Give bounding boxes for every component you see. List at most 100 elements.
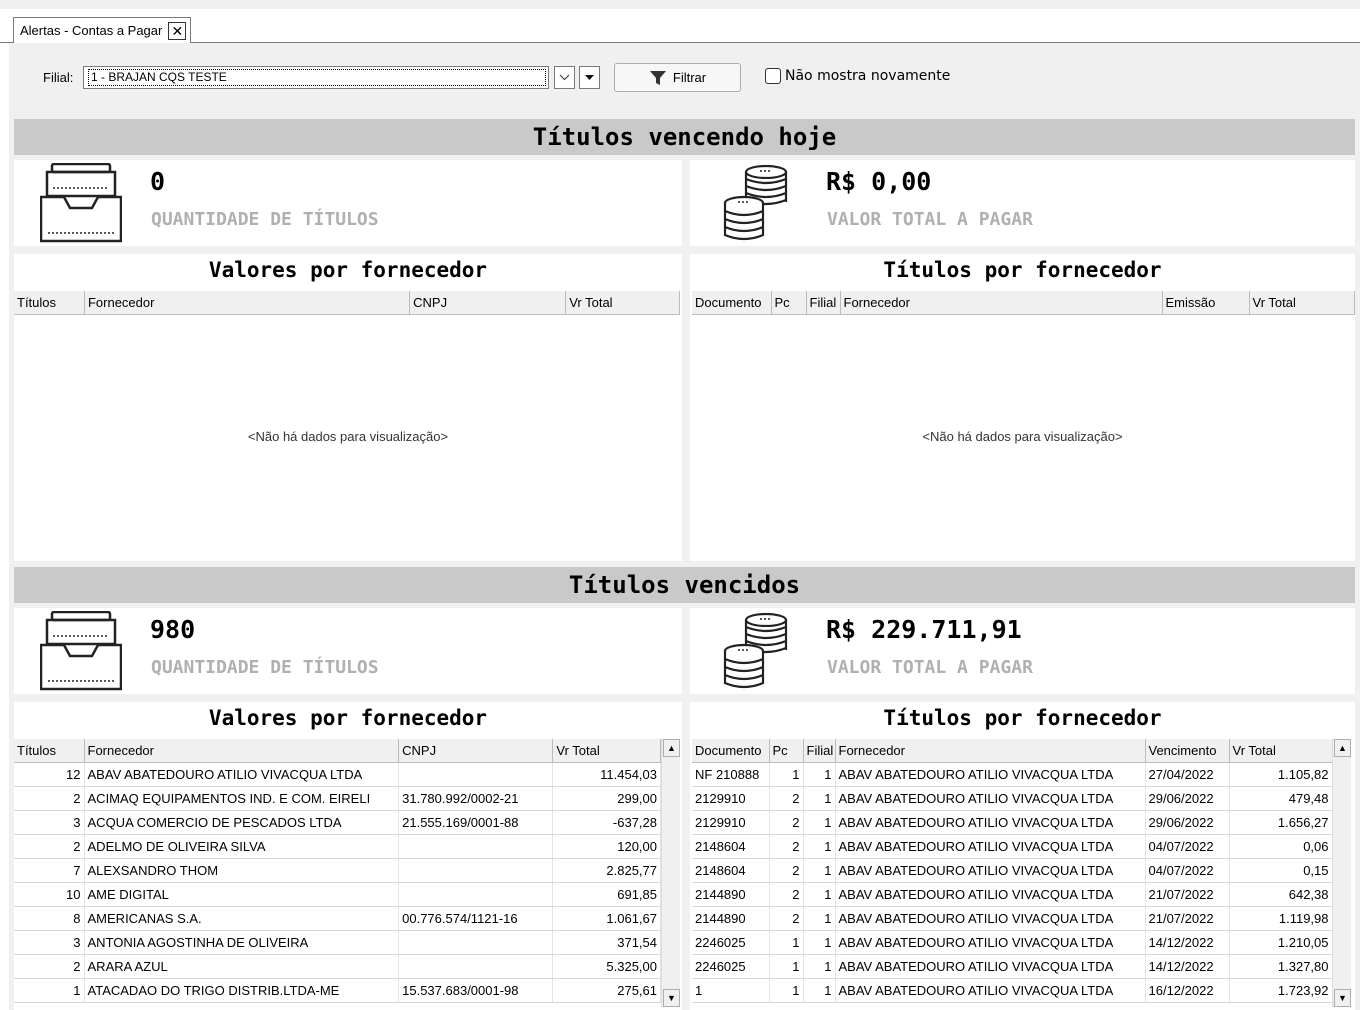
- table-cell: 0,15: [1229, 858, 1333, 883]
- checkbox-box[interactable]: [765, 68, 781, 84]
- table-row[interactable]: 2129910 2 1 ABAV ABATEDOURO ATILIO VIVACQUA…: [692, 786, 1333, 811]
- filial-lookup-button[interactable]: [579, 66, 600, 89]
- table-row[interactable]: 2 ADELMO DE OLIVEIRA SILVA 120,00: [14, 834, 661, 859]
- table-cell: 2144890: [692, 906, 770, 931]
- tab-close-button[interactable]: ✕: [168, 21, 187, 40]
- overdue-titles-table[interactable]: Documento Pc Filial Fornecedor Venciment…: [692, 739, 1333, 1003]
- table-cell: [398, 858, 554, 883]
- col-header-pc[interactable]: Pc: [769, 739, 804, 763]
- tray-icon: [40, 611, 122, 691]
- scroll-up-icon[interactable]: ▲: [663, 739, 680, 757]
- overdue-count-label: QUANTIDADE DE TÍTULOS: [151, 657, 379, 678]
- table-cell: 2: [14, 786, 85, 811]
- table-cell: 1: [769, 762, 804, 787]
- today-values-table[interactable]: Títulos Fornecedor CNPJ Vr Total: [14, 291, 680, 315]
- table-row[interactable]: 2129910 2 1 ABAV ABATEDOURO ATILIO VIVACQUA…: [692, 810, 1333, 835]
- col-header-fornecedor[interactable]: Fornecedor: [835, 739, 1146, 763]
- tray-icon: [40, 163, 122, 243]
- table-cell: 2: [14, 954, 85, 979]
- col-header-vr-total[interactable]: Vr Total: [1229, 739, 1333, 763]
- caret-down-icon: [585, 75, 594, 80]
- table-row[interactable]: 3 ANTONIA AGOSTINHA DE OLIVEIRA 371,54: [14, 930, 661, 955]
- table-cell: 1: [803, 858, 836, 883]
- table-row[interactable]: 3 ACQUA COMERCIO DE PESCADOS LTDA 21.555.1…: [14, 810, 661, 835]
- dont-show-again-checkbox[interactable]: Não mostra novamente: [765, 68, 950, 84]
- table-row[interactable]: 2148604 2 1 ABAV ABATEDOURO ATILIO VIVACQUA…: [692, 858, 1333, 883]
- table-cell: 1: [803, 762, 836, 787]
- table-cell: 2: [769, 906, 804, 931]
- filial-dropdown-button[interactable]: [554, 66, 575, 89]
- table-row[interactable]: 1 ATACADAO DO TRIGO DISTRIB.LTDA-ME 15.537…: [14, 978, 661, 1003]
- table-cell: 1: [803, 954, 836, 979]
- overdue-values-table[interactable]: Títulos Fornecedor CNPJ Vr Total 12 ABAV …: [14, 739, 661, 1003]
- tab-alertas-contas-a-pagar[interactable]: Alertas - Contas a Pagar ✕: [13, 17, 192, 44]
- filial-select[interactable]: 1 - BRAJAN CQS TESTE: [83, 66, 549, 89]
- table-cell: 1: [803, 786, 836, 811]
- table-row[interactable]: 2 ACIMAQ EQUIPAMENTOS IND. E COM. EIRELI 3…: [14, 786, 661, 811]
- table-cell: 00.776.574/1121-16: [398, 906, 554, 931]
- today-count-label: QUANTIDADE DE TÍTULOS: [151, 209, 379, 230]
- table-row[interactable]: 1 1 1 ABAV ABATEDOURO ATILIO VIVACQUA LTDA 1…: [692, 978, 1333, 1003]
- table-cell: 3: [14, 810, 85, 835]
- col-header-filial[interactable]: Filial: [806, 291, 841, 315]
- overdue-count-card: 980 QUANTIDADE DE TÍTULOS: [14, 608, 682, 694]
- col-header-titulos[interactable]: Títulos: [14, 291, 85, 315]
- overdue-total-value: R$ 229.711,91: [826, 615, 1022, 644]
- col-header-fornecedor[interactable]: Fornecedor: [840, 291, 1163, 315]
- table-cell: 1.061,67: [552, 906, 661, 931]
- table-row[interactable]: NF 210888 1 1 ABAV ABATEDOURO ATILIO VIVACQ…: [692, 762, 1333, 787]
- overdue-count-value: 980: [150, 615, 196, 644]
- col-header-filial[interactable]: Filial: [803, 739, 836, 763]
- table-row[interactable]: 12 ABAV ABATEDOURO ATILIO VIVACQUA LTDA 11…: [14, 762, 661, 787]
- scroll-down-icon[interactable]: ▼: [663, 989, 680, 1007]
- today-titles-table[interactable]: Documento Pc Filial Fornecedor Emissão V…: [692, 291, 1355, 315]
- today-total-value: R$ 0,00: [826, 167, 932, 196]
- tab-label: Alertas - Contas a Pagar: [20, 23, 163, 38]
- table-cell: [398, 834, 554, 859]
- table-row[interactable]: 7 ALEXSANDRO THOM 2.825,77: [14, 858, 661, 883]
- col-header-vr-total[interactable]: Vr Total: [552, 739, 661, 763]
- table-cell: ACIMAQ EQUIPAMENTOS IND. E COM. EIRELI: [84, 786, 400, 811]
- table-cell: ABAV ABATEDOURO ATILIO VIVACQUA LTDA: [835, 882, 1146, 907]
- scroll-up-icon[interactable]: ▲: [1334, 739, 1351, 757]
- scroll-down-icon[interactable]: ▼: [1334, 989, 1351, 1007]
- col-header-titulos[interactable]: Títulos: [14, 739, 85, 763]
- table-cell: 7: [14, 858, 85, 883]
- table-row[interactable]: 2246025 1 1 ABAV ABATEDOURO ATILIO VIVACQUA…: [692, 930, 1333, 955]
- table-row[interactable]: 8 AMERICANAS S.A. 00.776.574/1121-16 1.061,…: [14, 906, 661, 931]
- table-cell: 642,38: [1229, 882, 1333, 907]
- table-cell: ALEXSANDRO THOM: [84, 858, 400, 883]
- table-cell: 2246025: [692, 930, 770, 955]
- table-cell: 21/07/2022: [1145, 906, 1230, 931]
- overdue-titles-scrollbar[interactable]: ▲ ▼: [1332, 739, 1351, 1007]
- col-header-cnpj[interactable]: CNPJ: [398, 739, 554, 763]
- table-cell: 2: [769, 858, 804, 883]
- table-cell: ACQUA COMERCIO DE PESCADOS LTDA: [84, 810, 400, 835]
- col-header-cnpj[interactable]: CNPJ: [409, 291, 567, 315]
- table-cell: 2246025: [692, 954, 770, 979]
- table-cell: ABAV ABATEDOURO ATILIO VIVACQUA LTDA: [835, 762, 1146, 787]
- col-header-vr-total[interactable]: Vr Total: [565, 291, 680, 315]
- table-cell: ABAV ABATEDOURO ATILIO VIVACQUA LTDA: [835, 978, 1146, 1003]
- table-row[interactable]: 2144890 2 1 ABAV ABATEDOURO ATILIO VIVACQUA…: [692, 882, 1333, 907]
- col-header-fornecedor[interactable]: Fornecedor: [84, 739, 400, 763]
- overdue-values-scrollbar[interactable]: ▲ ▼: [661, 739, 680, 1007]
- col-header-pc[interactable]: Pc: [771, 291, 807, 315]
- today-titles-empty-message: <Não há dados para visualização>: [922, 429, 1123, 444]
- table-row[interactable]: 2246025 1 1 ABAV ABATEDOURO ATILIO VIVACQUA…: [692, 954, 1333, 979]
- table-cell: 371,54: [552, 930, 661, 955]
- table-cell: ABAV ABATEDOURO ATILIO VIVACQUA LTDA: [835, 786, 1146, 811]
- col-header-documento[interactable]: Documento: [692, 291, 772, 315]
- table-cell: 04/07/2022: [1145, 858, 1230, 883]
- table-row[interactable]: 2 ARARA AZUL 5.325,00: [14, 954, 661, 979]
- col-header-vr-total[interactable]: Vr Total: [1249, 291, 1355, 315]
- table-row[interactable]: 2148604 2 1 ABAV ABATEDOURO ATILIO VIVACQUA…: [692, 834, 1333, 859]
- col-header-emissao[interactable]: Emissão: [1162, 291, 1250, 315]
- filter-button[interactable]: Filtrar: [614, 63, 741, 92]
- table-row[interactable]: 2144890 2 1 ABAV ABATEDOURO ATILIO VIVACQUA…: [692, 906, 1333, 931]
- col-header-vencimento[interactable]: Vencimento: [1145, 739, 1230, 763]
- table-cell: 2148604: [692, 834, 770, 859]
- col-header-fornecedor[interactable]: Fornecedor: [84, 291, 411, 315]
- col-header-documento[interactable]: Documento: [692, 739, 770, 763]
- table-row[interactable]: 10 AME DIGITAL 691,85: [14, 882, 661, 907]
